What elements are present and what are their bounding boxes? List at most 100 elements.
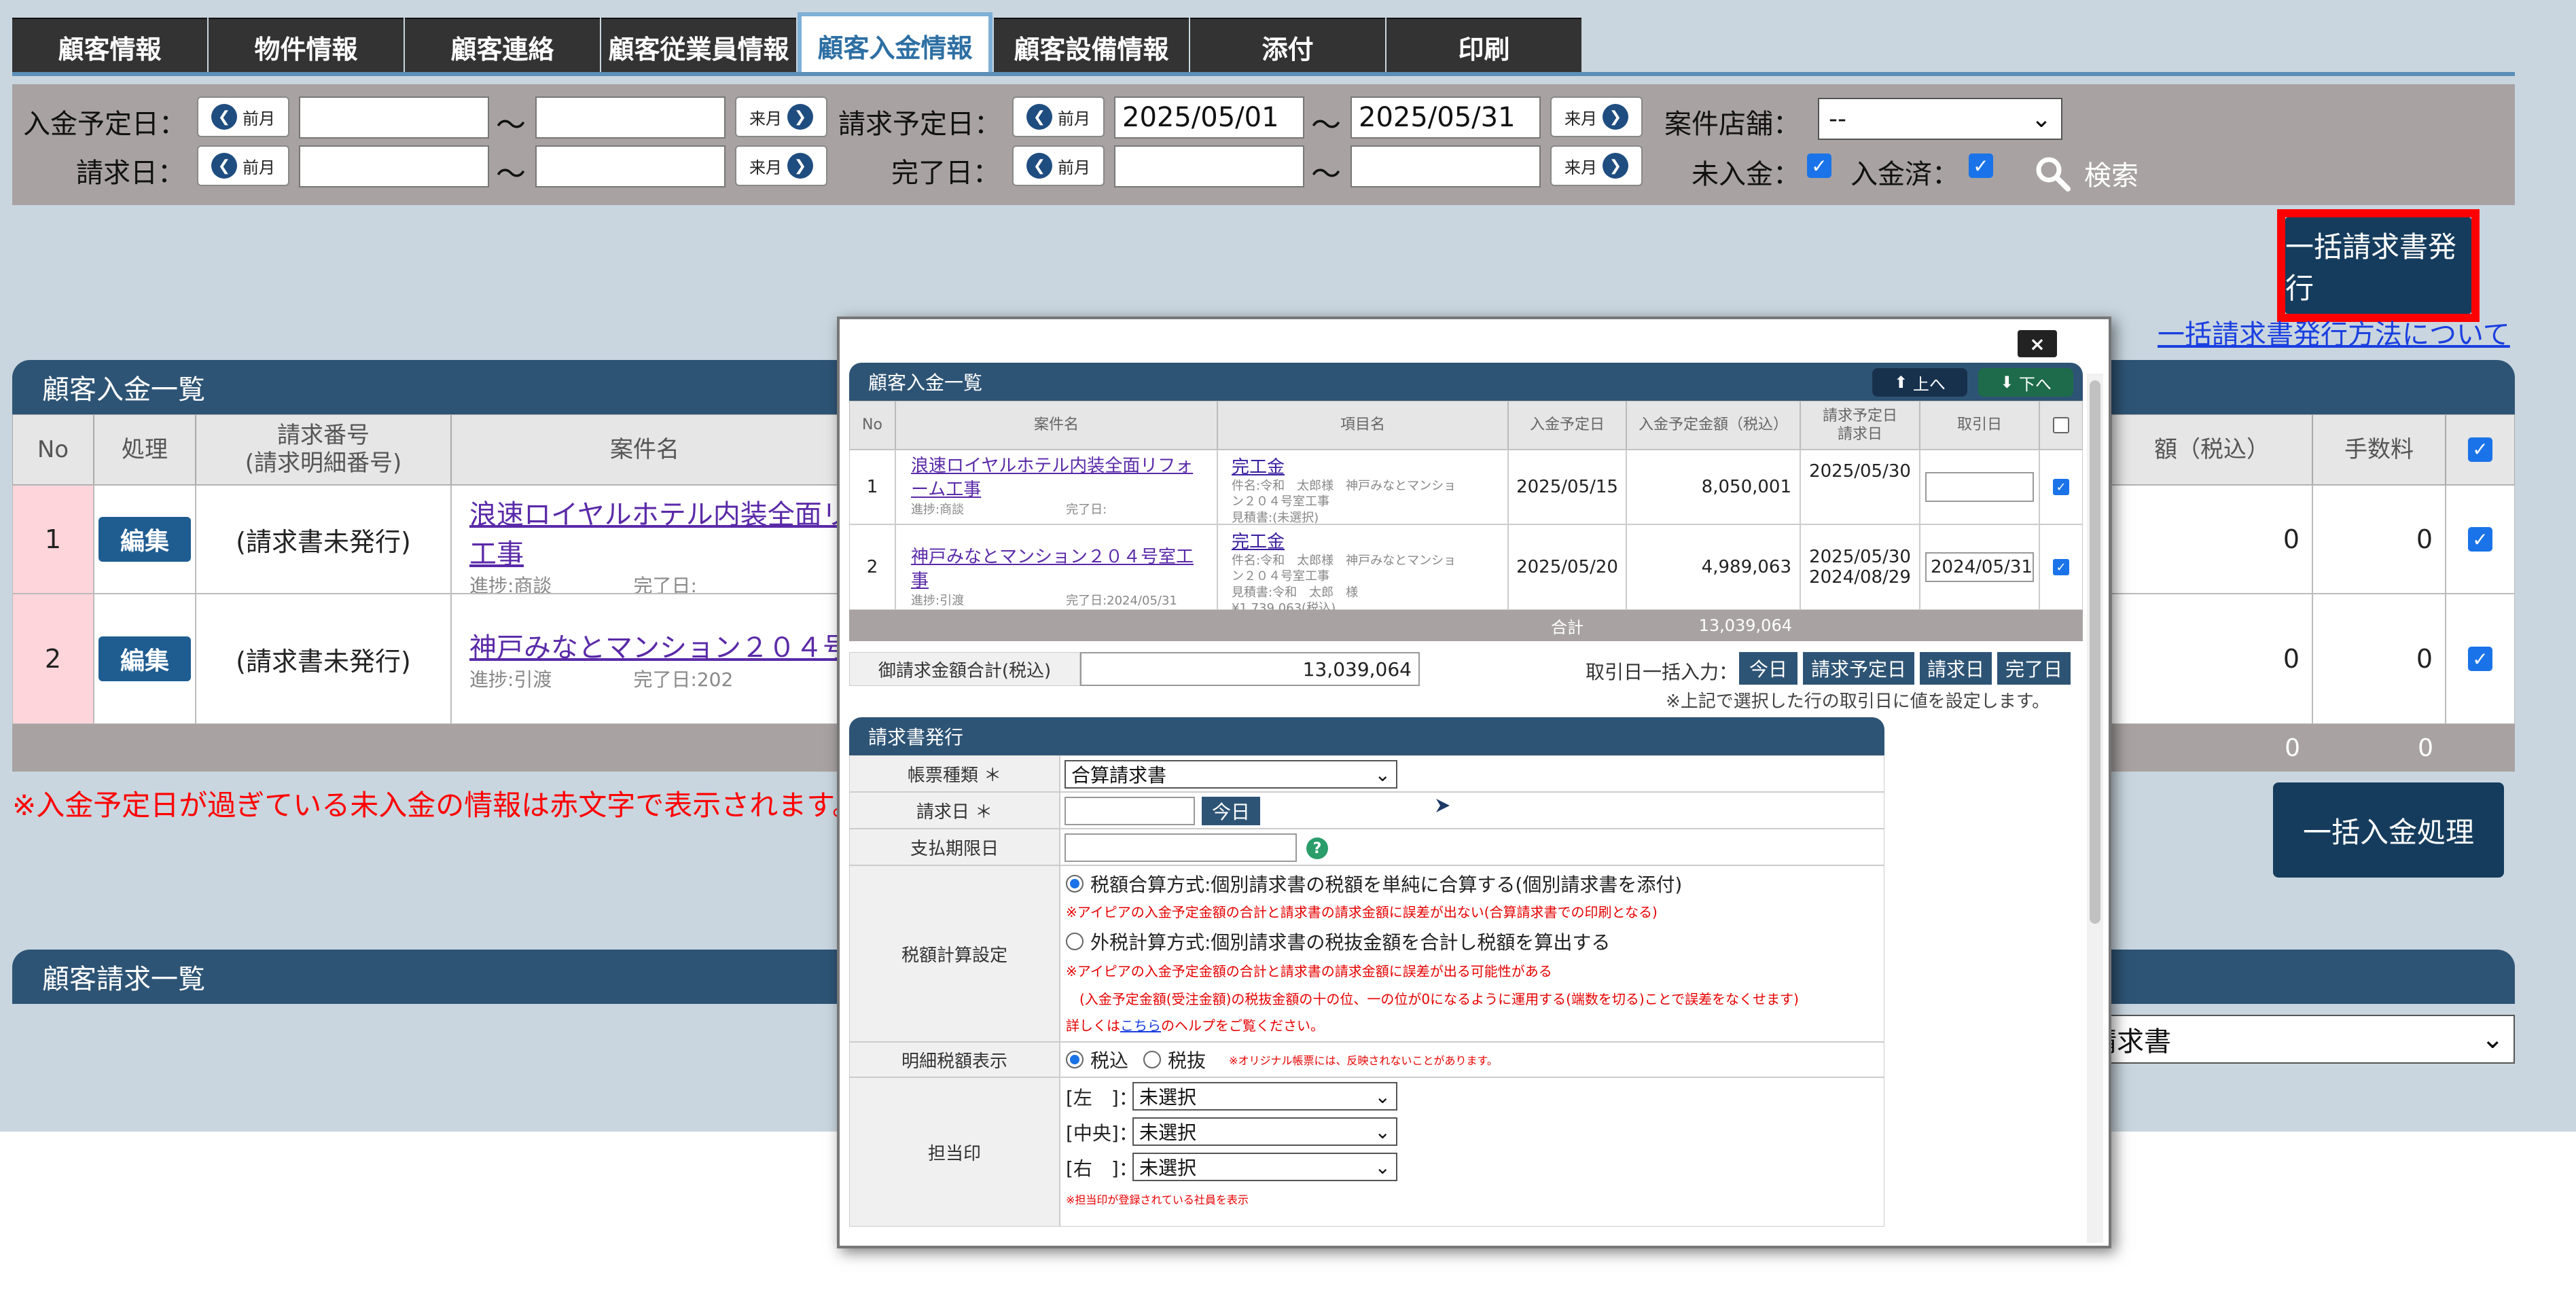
tax-in-radio[interactable] [1066, 1051, 1084, 1068]
tax-help-link[interactable]: こちら [1120, 1017, 1161, 1034]
paid-checkbox[interactable]: ✓ [1969, 154, 1993, 178]
unpaid-checkbox[interactable]: ✓ [1807, 154, 1831, 178]
col-project: 案件名 [451, 414, 838, 485]
mrow2-checkbox[interactable]: ✓ [2053, 559, 2069, 575]
stamp-right-select[interactable]: 未選択 ⌄ [1132, 1153, 1397, 1181]
modal-scrollbar-thumb[interactable] [2090, 380, 2100, 924]
store-select[interactable]: -- ⌄ [1818, 98, 2062, 140]
bulk-payment-button[interactable]: 一括入金処理 [2273, 782, 2504, 878]
col-no: No [12, 414, 94, 485]
col-action: 処理 [94, 414, 196, 485]
search-icon[interactable] [2034, 155, 2072, 193]
mrow2-item-link[interactable]: 完工金 [1232, 528, 1494, 553]
move-down-button[interactable]: ⬇ 下へ [1978, 368, 2073, 397]
invoice-date-prev-button[interactable]: ❮ 前月 [197, 145, 289, 186]
row2-checkbox[interactable]: ✓ [2468, 647, 2492, 671]
chevron-down-icon: ⌄ [1374, 1085, 1391, 1108]
row1-project-link[interactable]: 浪速ロイヤルホテル内装全面リフ [469, 492, 838, 532]
complete-date-prev-button[interactable]: ❮ 前月 [1012, 145, 1105, 186]
modal-total-amount: 13,039,064 [1698, 616, 1792, 635]
tab-customer-contact[interactable]: 顧客連絡 [405, 18, 600, 75]
modal-close-button[interactable]: × [2018, 330, 2057, 357]
select-all-checkbox[interactable]: ✓ [2468, 437, 2492, 462]
billing-plan-from-input[interactable]: 2025/05/01 [1114, 96, 1304, 139]
bulk-invoice-date-button[interactable]: 請求日 [1920, 652, 1992, 685]
invoice-date-today-button[interactable]: 今日 [1202, 797, 1260, 825]
mcol-project: 案件名 [895, 401, 1217, 450]
row1-project-cell: 浪速ロイヤルホテル内装全面リフ 工事 進捗:商談 完了日: [451, 485, 838, 594]
tab-customer-payment[interactable]: 顧客入金情報 [798, 12, 992, 75]
tilde: 〜 [496, 157, 526, 192]
stamp-left-label: [左 ]： [1066, 1087, 1138, 1109]
mrow1-checkbox[interactable]: ✓ [2053, 479, 2069, 495]
due-date-input[interactable] [1065, 833, 1297, 862]
modal-select-all-checkbox[interactable] [2053, 417, 2069, 433]
mrow1-deal-date-input[interactable] [1925, 472, 2034, 502]
tab-customer-employee[interactable]: 顧客従業員情報 [601, 18, 796, 75]
mrow2-bill-date: 2024/08/29 [1809, 567, 1911, 588]
row1-fee: 0 [2312, 485, 2446, 594]
help-icon[interactable]: ? [1306, 837, 1328, 859]
mrow2-project-link[interactable]: 神戸みなとマンション２０４号室工事 [911, 545, 1202, 593]
tab-customer-info[interactable]: 顧客情報 [12, 18, 207, 75]
mrow1-plan-date: 2025/05/15 [1508, 450, 1626, 524]
payment-date-to-input[interactable] [535, 96, 726, 139]
bulk-input-label: 取引日一括入力： [1586, 661, 1738, 683]
complete-date-next-button[interactable]: 来月 ❯ [1550, 145, 1643, 186]
complete-date-from-input[interactable] [1114, 145, 1304, 187]
row2-invoice: (請求書未発行) [196, 594, 451, 724]
stamp-label: 担当印 [849, 1077, 1060, 1227]
invoice-date-input[interactable] [1065, 797, 1195, 825]
tax-opt2-radio[interactable] [1066, 933, 1084, 950]
chevron-down-icon: ⌄ [2481, 1024, 2504, 1055]
row1-action-cell: 編集 [94, 485, 196, 594]
tax-opt1-radio[interactable] [1066, 875, 1084, 893]
invoice-date-from-input[interactable] [299, 145, 489, 187]
stamp-left-select[interactable]: 未選択 ⌄ [1132, 1082, 1397, 1111]
payment-date-prev-button[interactable]: ❮ 前月 [197, 96, 289, 137]
mrow1-item-link[interactable]: 完工金 [1232, 453, 1494, 478]
stamp-cell: [左 ]： 未選択 ⌄ [中央]： 未選択 ⌄ [右 ]： 未選択 ⌄ ※担当印が登録… [1060, 1077, 1884, 1227]
stamp-center-select[interactable]: 未選択 ⌄ [1132, 1117, 1397, 1146]
tax-display-note: ※オリジナル帳票には、反映されないことがあります。 [1229, 1054, 1498, 1067]
bulk-today-button[interactable]: 今日 [1739, 652, 1797, 685]
bulk-complete-date-button[interactable]: 完了日 [1997, 652, 2071, 685]
modal-total-label: 合計 [1551, 617, 1584, 637]
tax-opt2-row: 外税計算方式:個別請求書の税抜金額を合計し税額を算出する [1066, 928, 1878, 955]
invoice-date-next-button[interactable]: 来月 ❯ [735, 145, 827, 186]
mcol-no: No [849, 401, 895, 450]
tab-print[interactable]: 印刷 [1387, 18, 1581, 75]
row1-edit-button[interactable]: 編集 [99, 517, 191, 562]
bulk-invoice-button[interactable]: 一括請求書発行 [2285, 217, 2471, 314]
billing-plan-next-button[interactable]: 来月 ❯ [1550, 96, 1643, 137]
payment-date-from-input[interactable] [299, 96, 489, 139]
tab-attachment[interactable]: 添付 [1190, 18, 1385, 75]
mrow2-detail2: ン２０４号室工事 [1232, 569, 1329, 584]
mcol-plan-amount: 入金予定金額（税込） [1626, 401, 1800, 450]
mrow2-deal-date-input[interactable]: 2024/05/31 [1925, 552, 2034, 582]
mrow2-amount: 4,989,063 [1626, 524, 1800, 610]
mrow2-bill-cell: 2025/05/30 2024/08/29 [1800, 524, 1920, 610]
billing-plan-prev-button[interactable]: ❮ 前月 [1012, 96, 1105, 137]
mrow1-project-link[interactable]: 浪速ロイヤルホテル内装全面リフォーム工事 [911, 454, 1202, 502]
row2-edit-button[interactable]: 編集 [99, 636, 191, 681]
search-button-label[interactable]: 検索 [2084, 154, 2139, 193]
row2-fee: 0 [2312, 594, 2446, 724]
invoice-date-to-input[interactable] [535, 145, 726, 187]
row1-project-link-line2[interactable]: 工事 [469, 532, 820, 571]
bulk-plan-date-button[interactable]: 請求予定日 [1803, 652, 1914, 685]
move-up-button[interactable]: ⬆ 上へ [1872, 368, 1967, 397]
tab-customer-equipment[interactable]: 顧客設備情報 [994, 18, 1189, 75]
form-type-select[interactable]: 合算請求書 ⌄ [1065, 760, 1397, 789]
mrow2-project-cell: 神戸みなとマンション２０４号室工事 進捗:引渡 完了日:2024/05/31 [895, 524, 1217, 610]
complete-date-to-input[interactable] [1350, 145, 1541, 187]
mrow1-deal-cell [1920, 450, 2039, 524]
payment-date-next-button[interactable]: 来月 ❯ [735, 96, 827, 137]
row1-checkbox[interactable]: ✓ [2468, 527, 2492, 552]
tax-out-radio[interactable] [1143, 1051, 1162, 1068]
tax-out-label: 税抜 [1168, 1049, 1206, 1072]
billing-plan-to-input[interactable]: 2025/05/31 [1350, 96, 1541, 139]
row2-project-link[interactable]: 神戸みなとマンション２０４号室 [469, 626, 838, 665]
tab-property-info[interactable]: 物件情報 [209, 18, 404, 75]
billing-type-select[interactable]: 請求書 ⌄ [2079, 1015, 2515, 1064]
